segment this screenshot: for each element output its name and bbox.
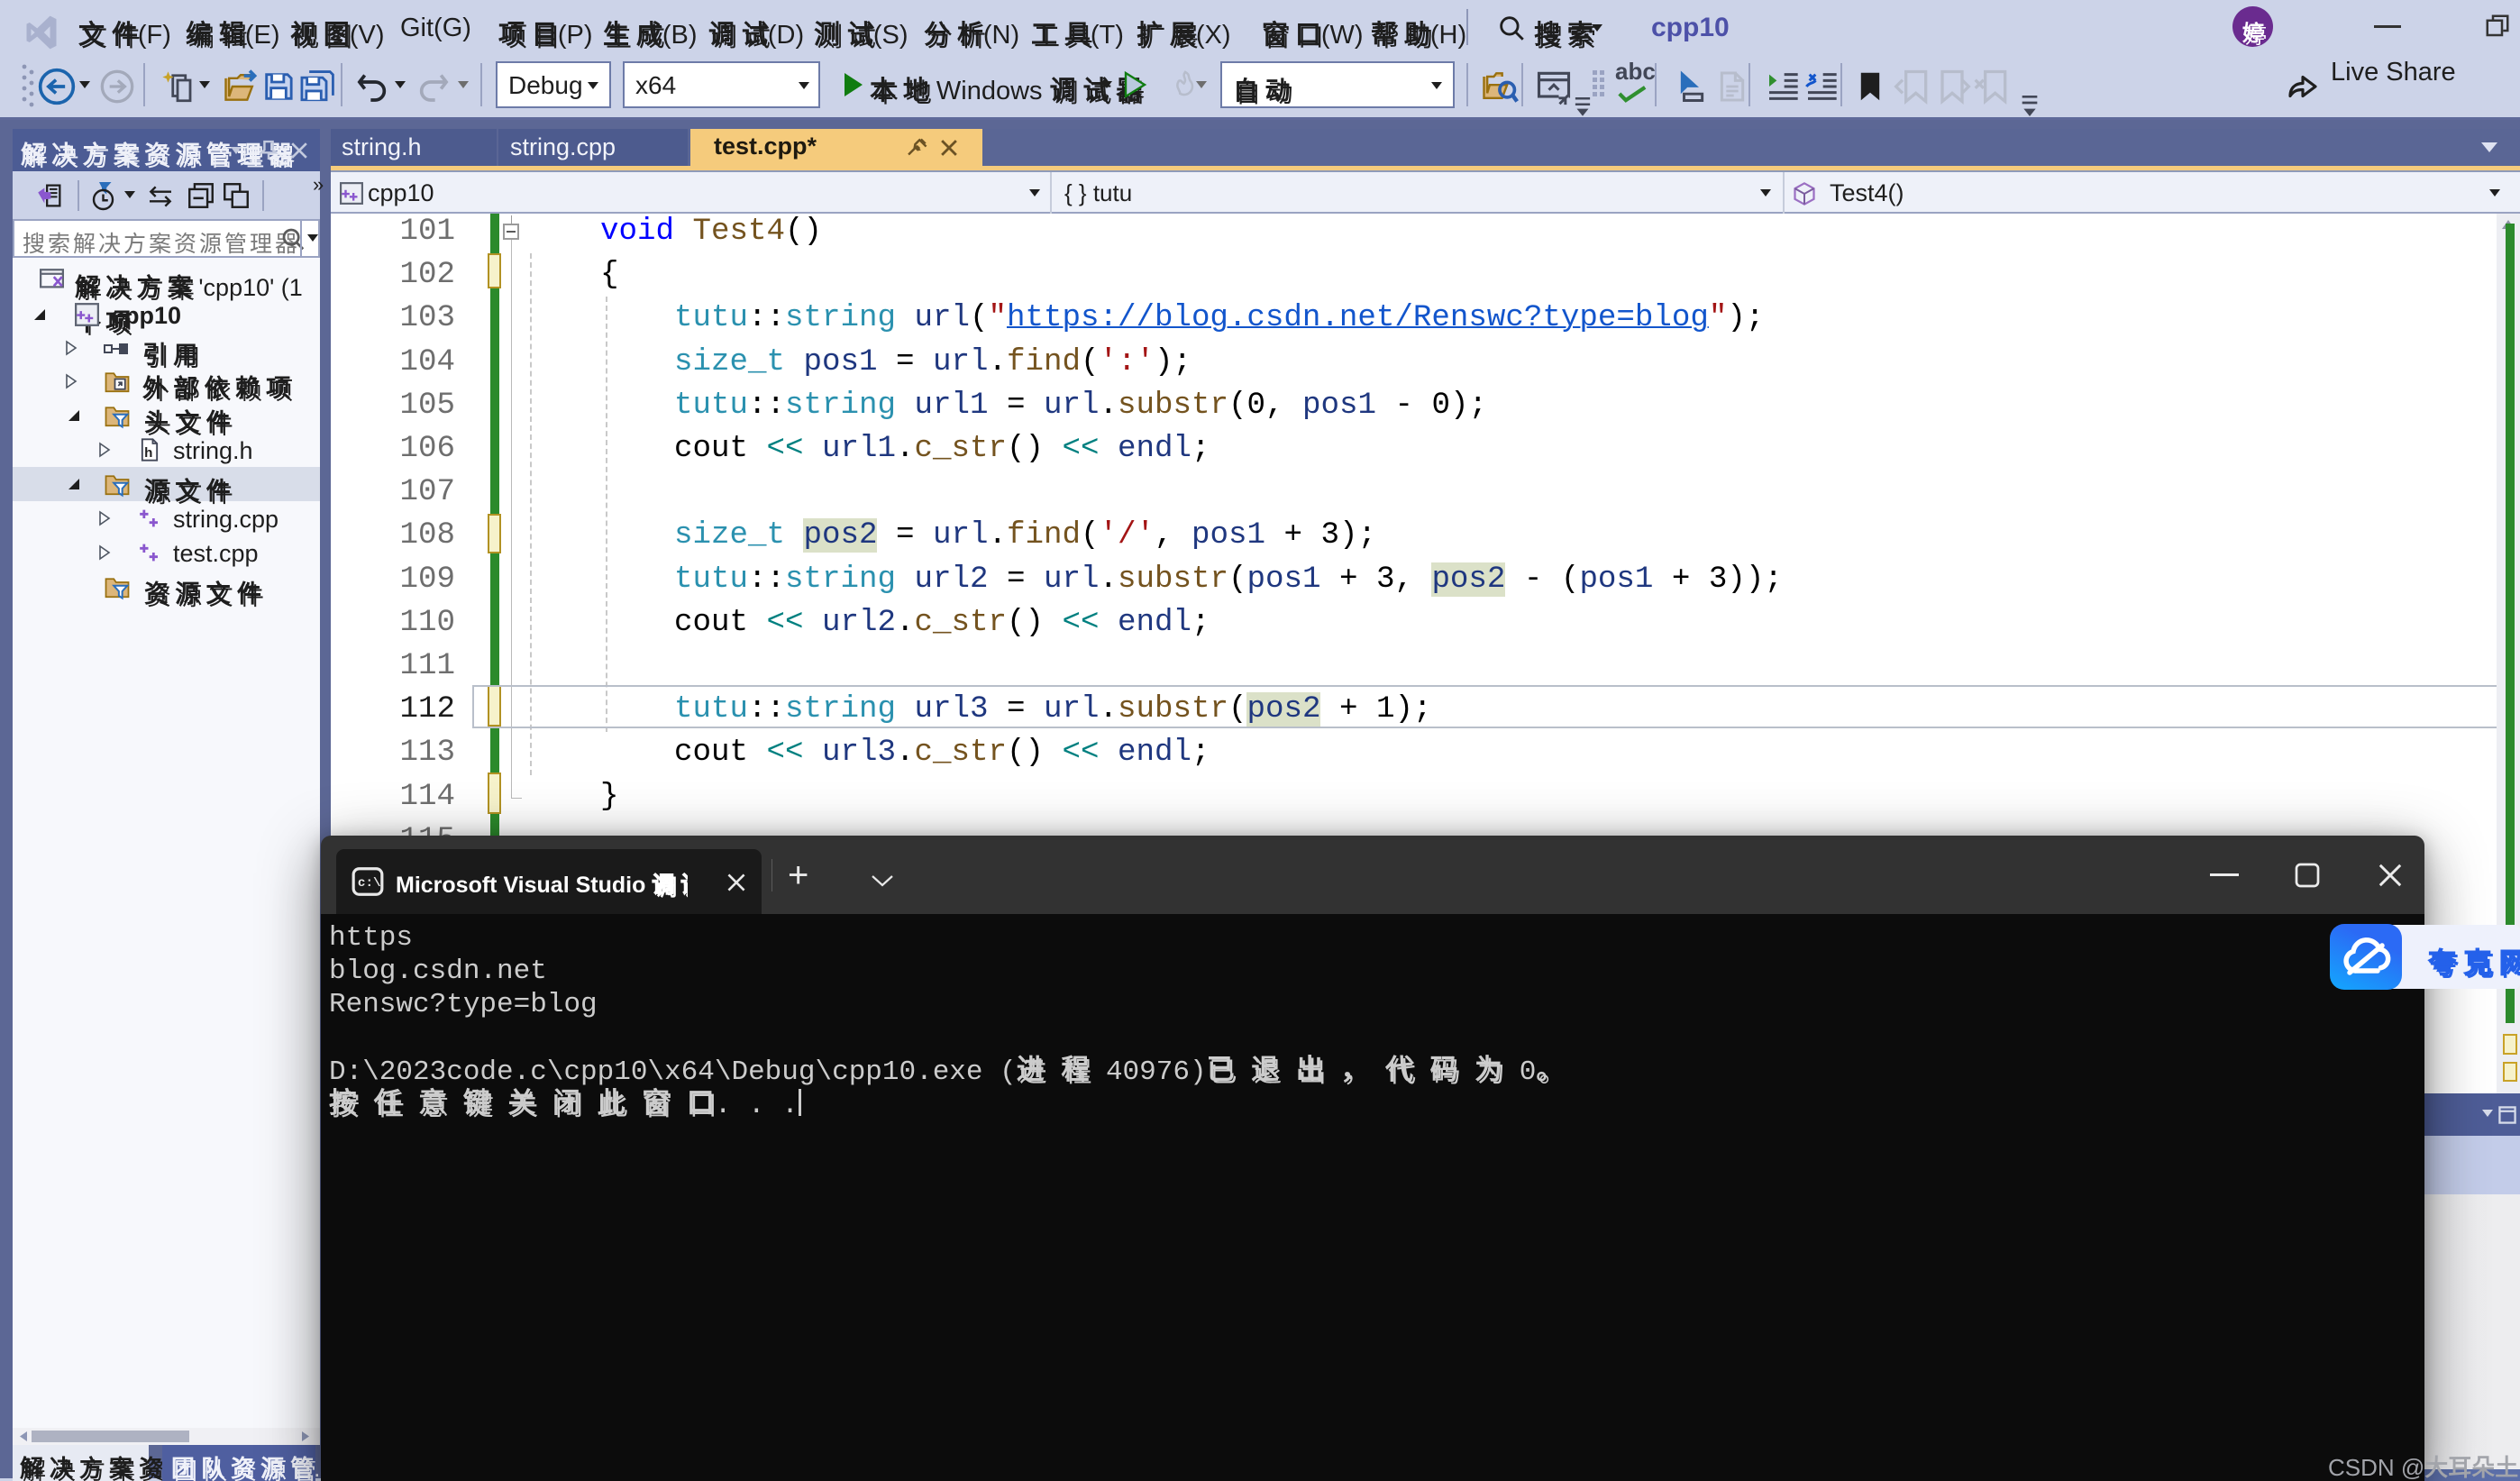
svg-text:c:\: c:\	[358, 876, 381, 891]
svg-text:h: h	[144, 445, 152, 461]
